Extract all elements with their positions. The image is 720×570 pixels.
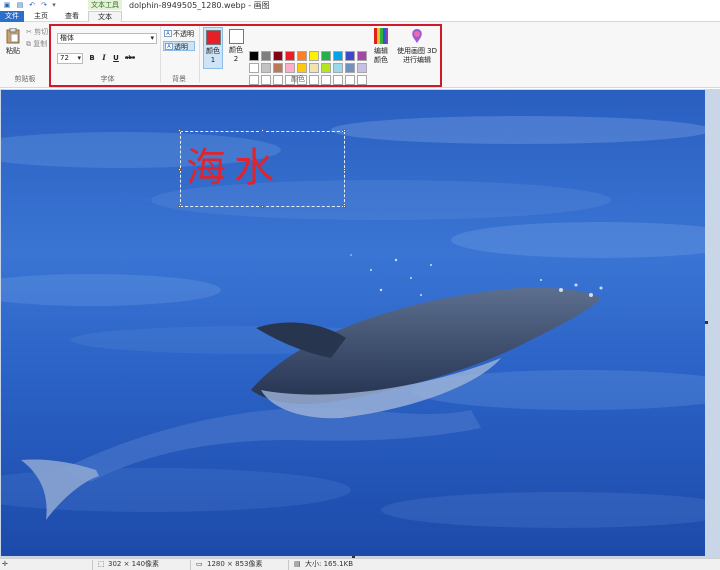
copy-button[interactable]: ⧉ 复制 [26, 40, 47, 49]
selection-handle[interactable] [178, 129, 181, 132]
image-size: 1280 × 853像素 [207, 560, 263, 568]
file-size-icon: ▤ [294, 560, 301, 568]
divider [288, 560, 289, 570]
selection-size: 302 × 140像素 [108, 560, 160, 568]
text-tools-context-label: 文本工具 [88, 0, 122, 10]
selection-handle[interactable] [343, 168, 346, 171]
canvas-resize-handle[interactable] [705, 321, 708, 324]
customize-toolbar-icon[interactable]: ▾ [50, 1, 58, 9]
cursor-position-icon: ✛ [2, 560, 8, 568]
paste-button[interactable]: 粘贴 [4, 27, 22, 56]
redo-icon[interactable]: ↷ [40, 1, 48, 9]
canvas-text[interactable]: 海水 [186, 144, 282, 192]
selection-handle[interactable] [343, 129, 346, 132]
undo-icon[interactable]: ↶ [28, 1, 36, 9]
window-title: dolphin-8949505_1280.webp - 画图 [129, 1, 270, 10]
tab-file[interactable]: 文件 [0, 11, 24, 22]
selection-handle[interactable] [261, 129, 264, 132]
selection-handle[interactable] [178, 205, 181, 208]
highlight-annotation [49, 24, 442, 87]
cut-button[interactable]: ✂ 剪切 [26, 28, 48, 37]
cut-label: 剪切 [34, 28, 49, 36]
tab-home[interactable]: 主页 [28, 11, 54, 22]
divider [92, 560, 93, 570]
ribbon-tabs: 文件 主页 查看 文本 [0, 11, 720, 23]
save-icon[interactable]: ▤ [16, 1, 24, 9]
paste-label: 粘贴 [6, 47, 20, 55]
selection-size-icon: ⬚ [98, 560, 105, 568]
title-bar: ▣ ▤ ↶ ↷ ▾ 文本工具 dolphin-8949505_1280.webp… [0, 0, 720, 11]
paste-icon [6, 27, 20, 44]
selection-handle[interactable] [343, 205, 346, 208]
tab-view[interactable]: 查看 [58, 11, 86, 22]
divider [190, 560, 191, 570]
status-bar: ✛ ⬚ 302 × 140像素 ▭ 1280 × 853像素 ▤ 大小: 165… [0, 558, 720, 570]
dolphin-photo [1, 90, 705, 556]
canvas-image[interactable] [1, 90, 705, 556]
image-size-icon: ▭ [196, 560, 203, 568]
clipboard-group-label: 剪贴板 [14, 75, 36, 83]
selection-handle[interactable] [261, 205, 264, 208]
app-icon: ▣ [3, 1, 11, 9]
selection-handle[interactable] [178, 168, 181, 171]
copy-label: 复制 [33, 40, 48, 48]
file-size: 大小: 165.1KB [305, 560, 354, 568]
